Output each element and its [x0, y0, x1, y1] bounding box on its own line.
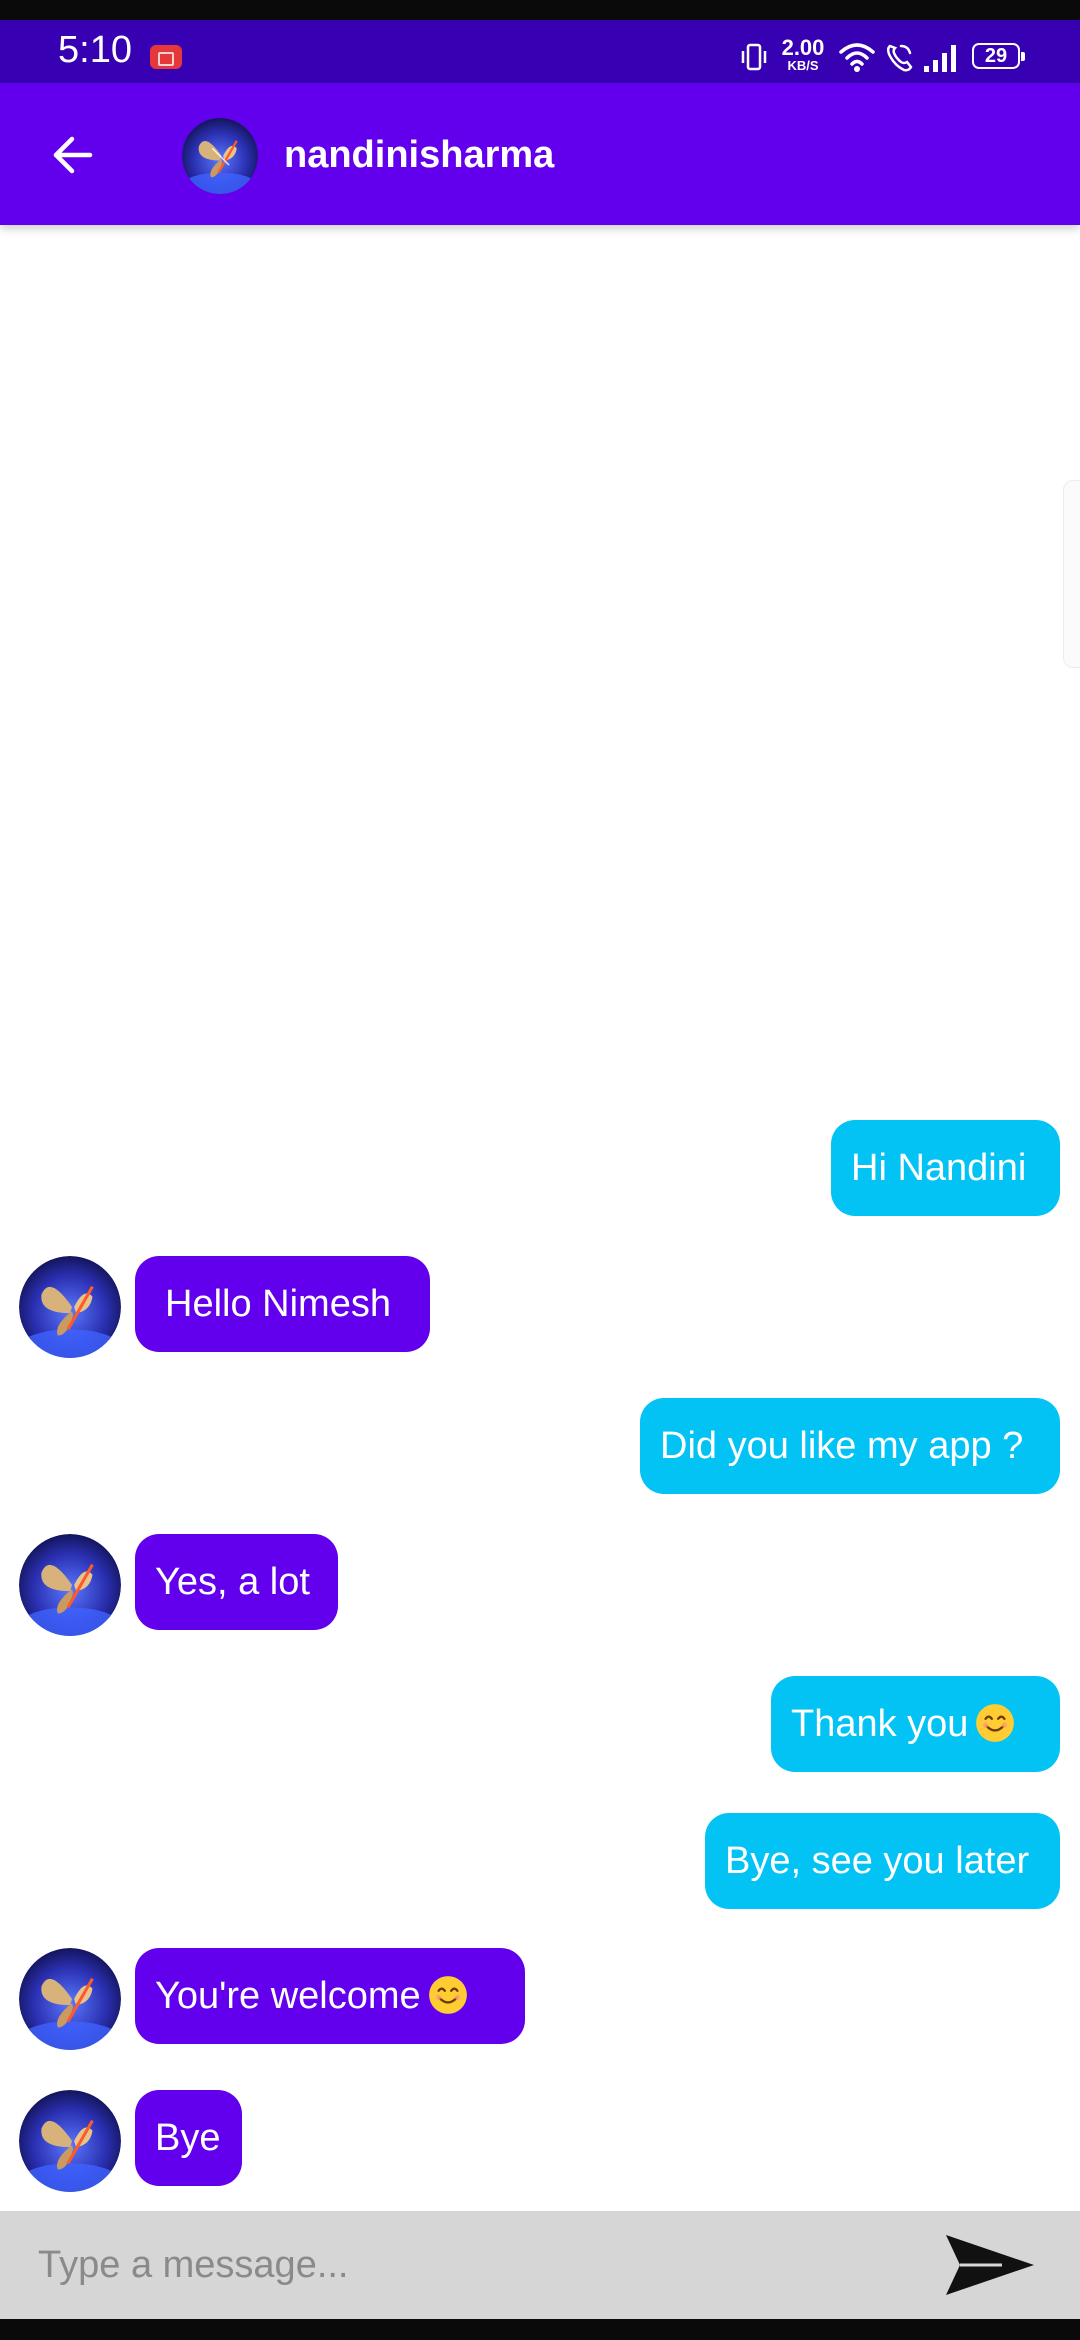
message-text: Bye, see you later [725, 1840, 1030, 1882]
send-button[interactable] [940, 2225, 1040, 2305]
signal-icon [924, 45, 956, 72]
network-speed-unit: KB/S [787, 58, 819, 73]
vibrate-icon [741, 43, 767, 71]
contact-avatar[interactable] [182, 118, 258, 194]
butterfly-avatar-icon [19, 1948, 121, 2050]
message-bubble-received[interactable]: Hello Nimesh [135, 1256, 430, 1352]
butterfly-avatar-icon [19, 2090, 121, 2192]
chat-screen: 5:10 2.00 KB/S 29 nandinisharma Hi Nandi… [0, 0, 1080, 2340]
contact-name: nandinisharma [284, 134, 555, 176]
message-text: Thank you [791, 1703, 969, 1745]
battery-icon: 29 [972, 43, 1025, 69]
message-bubble-sent[interactable]: Did you like my app ? [640, 1398, 1060, 1494]
smiling-face-icon [428, 1976, 467, 2014]
message-bubble-received[interactable]: Yes, a lot [135, 1534, 338, 1630]
message-text: Bye [155, 2117, 221, 2159]
sender-avatar[interactable] [19, 1534, 121, 1636]
message-text: Yes, a lot [155, 1561, 310, 1603]
network-speed-value: 2.00 [781, 35, 825, 60]
scroll-edge-indicator [1063, 480, 1080, 668]
arrow-left-icon [53, 136, 93, 174]
message-composer [0, 2211, 1080, 2319]
message-bubble-sent[interactable]: Hi Nandini [831, 1120, 1060, 1216]
sender-avatar[interactable] [19, 1256, 121, 1358]
network-speed: 2.00 KB/S [778, 37, 828, 73]
wifi-call-icon [886, 44, 913, 72]
message-bubble-received[interactable]: Bye [135, 2090, 242, 2186]
app-bar: nandinisharma [0, 83, 1080, 225]
butterfly-avatar-icon [19, 1534, 121, 1636]
message-text: You're welcome [155, 1975, 421, 2017]
butterfly-avatar-icon [182, 118, 258, 194]
smiling-face-icon [976, 1704, 1015, 1742]
message-input[interactable] [20, 2225, 900, 2305]
sender-avatar[interactable] [19, 2090, 121, 2192]
message-text: Hi Nandini [851, 1147, 1027, 1189]
send-icon [946, 2235, 1034, 2295]
message-text: Did you like my app ? [660, 1425, 1024, 1467]
wifi-icon [839, 43, 875, 72]
sender-avatar[interactable] [19, 1948, 121, 2050]
status-bar: 5:10 2.00 KB/S 29 [0, 20, 1080, 83]
back-button[interactable] [38, 121, 106, 189]
top-edge [0, 0, 1080, 20]
message-bubble-sent[interactable]: Thank you [771, 1676, 1060, 1772]
status-time: 5:10 [58, 29, 132, 71]
screen-record-icon [150, 45, 182, 69]
message-bubble-sent[interactable]: Bye, see you later [705, 1813, 1060, 1909]
message-text: Hello Nimesh [165, 1283, 391, 1325]
message-bubble-received[interactable]: You're welcome [135, 1948, 525, 2044]
bottom-edge [0, 2319, 1080, 2340]
butterfly-avatar-icon [19, 1256, 121, 1358]
